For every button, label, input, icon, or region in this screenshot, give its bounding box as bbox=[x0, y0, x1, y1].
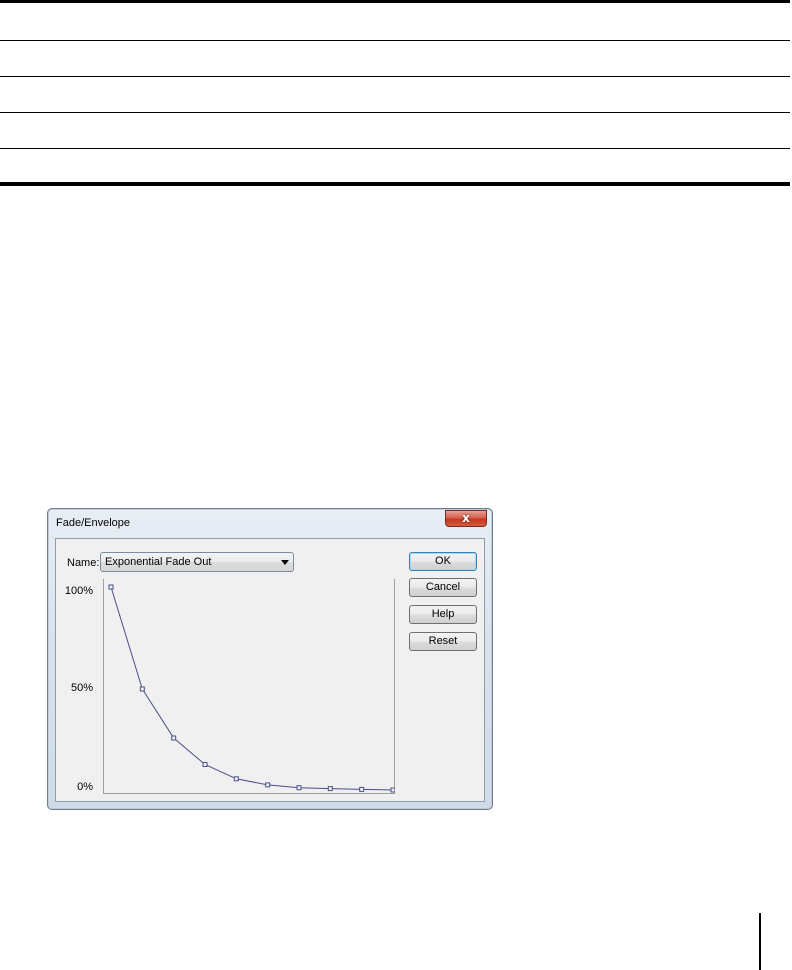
name-label: Name: bbox=[67, 557, 100, 569]
envelope-point-handle[interactable] bbox=[171, 735, 177, 741]
table-top-rule bbox=[0, 0, 790, 3]
name-dropdown-value: Exponential Fade Out bbox=[105, 556, 212, 568]
dialog-titlebar[interactable]: Fade/Envelope x bbox=[48, 509, 492, 537]
graph-background bbox=[103, 579, 395, 794]
cancel-button[interactable]: Cancel bbox=[409, 578, 477, 597]
table-bottom-rule bbox=[0, 182, 790, 186]
ok-button[interactable]: OK bbox=[409, 552, 477, 571]
page-margin-marker bbox=[759, 913, 761, 970]
chevron-down-icon bbox=[281, 560, 289, 565]
table-row-rule bbox=[0, 76, 790, 77]
envelope-point-handle[interactable] bbox=[359, 786, 365, 792]
envelope-point-handle[interactable] bbox=[233, 776, 239, 782]
table-row-rule bbox=[0, 40, 790, 41]
close-button[interactable]: x bbox=[445, 510, 487, 527]
table-row-rule bbox=[0, 148, 790, 149]
fade-envelope-dialog: Fade/Envelope x Name: Exponential Fade O… bbox=[47, 508, 493, 810]
close-icon: x bbox=[462, 511, 470, 525]
y-tick-label: 50% bbox=[70, 682, 93, 694]
dialog-client-area: Name: Exponential Fade Out OK Cancel Hel… bbox=[55, 538, 485, 802]
y-tick-label: 100% bbox=[64, 585, 93, 597]
help-button[interactable]: Help bbox=[409, 605, 477, 624]
envelope-point-handle[interactable] bbox=[296, 785, 302, 791]
envelope-point-handle[interactable] bbox=[139, 686, 145, 692]
envelope-point-handle[interactable] bbox=[108, 584, 114, 590]
reset-button[interactable]: Reset bbox=[409, 632, 477, 651]
envelope-graph[interactable] bbox=[103, 579, 395, 794]
envelope-point-handle[interactable] bbox=[202, 762, 208, 767]
envelope-point-handle[interactable] bbox=[265, 782, 271, 788]
dialog-title: Fade/Envelope bbox=[56, 517, 130, 529]
name-dropdown[interactable]: Exponential Fade Out bbox=[100, 552, 294, 572]
envelope-point-handle[interactable] bbox=[390, 787, 395, 793]
table-row-rule bbox=[0, 112, 790, 113]
envelope-point-handle[interactable] bbox=[327, 786, 333, 792]
y-tick-label: 0% bbox=[77, 781, 93, 793]
